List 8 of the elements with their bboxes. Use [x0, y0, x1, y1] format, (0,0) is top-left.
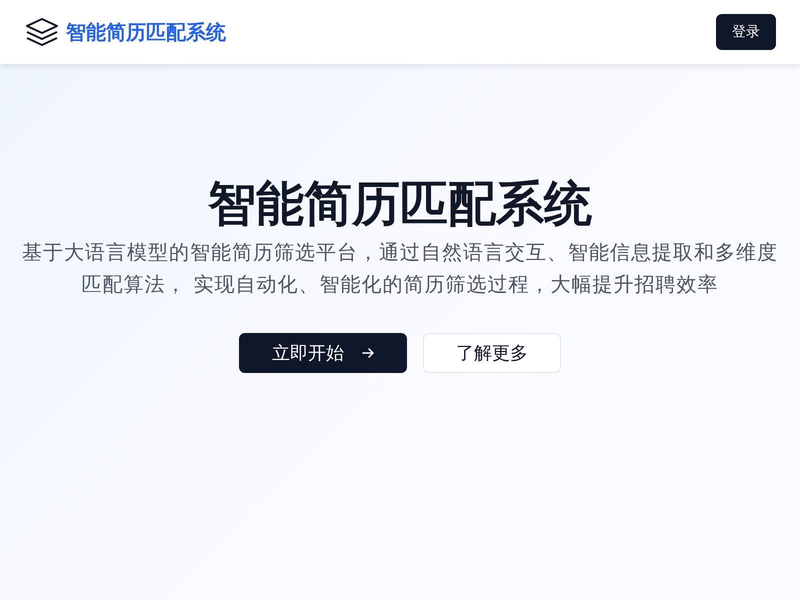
learn-more-button[interactable]: 了解更多 — [423, 333, 561, 373]
login-button[interactable]: 登录 — [716, 14, 776, 50]
arrow-right-icon — [362, 347, 374, 359]
hero-subtitle: 基于大语言模型的智能简历筛选平台，通过自然语言交互、智能信息提取和多维度匹配算法， 实现自动化、智能化的简历筛选过程，大幅提升招聘效率 — [21, 239, 779, 298]
start-button[interactable]: 立即开始 — [239, 333, 407, 373]
brand-title[interactable]: 智能简历匹配系统 — [66, 18, 226, 46]
layers-icon — [24, 16, 60, 48]
hero-title: 智能简历匹配系统 — [208, 175, 592, 234]
